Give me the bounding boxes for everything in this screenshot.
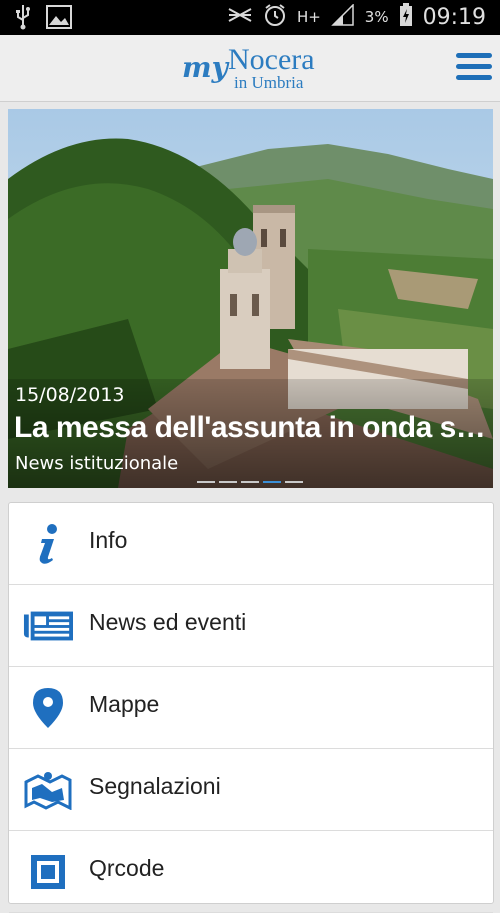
menu-label: Info: [89, 527, 128, 553]
menu-item-qrcode[interactable]: Qrcode: [9, 831, 493, 913]
battery-charging-icon: [399, 3, 413, 31]
carousel-dot[interactable]: [219, 481, 237, 483]
menu-label: News ed eventi: [89, 609, 247, 635]
menu-label: Mappe: [89, 691, 160, 717]
mute-icon: [227, 4, 253, 30]
main-menu: Info News ed eventi Mappe Segnalazioni Q…: [8, 502, 494, 913]
signal-icon: [330, 3, 355, 30]
news-category: News istituzionale: [15, 453, 179, 474]
hamburger-menu-icon[interactable]: [456, 53, 492, 81]
clock: 09:19: [422, 4, 486, 30]
carousel-indicator: [197, 481, 303, 483]
menu-item-info[interactable]: Info: [9, 503, 493, 585]
logo-region: in Umbria: [234, 73, 304, 92]
usb-icon: [14, 4, 32, 34]
app-bar: my Nocera in Umbria: [0, 35, 500, 102]
network-type: H+: [296, 8, 321, 26]
logo-town: Nocera: [228, 43, 315, 76]
carousel-dot[interactable]: [241, 481, 259, 483]
carousel-dot-active[interactable]: [263, 481, 281, 483]
carousel-dot[interactable]: [285, 481, 303, 483]
battery-percent: 3%: [364, 8, 389, 26]
news-carousel[interactable]: 15/08/2013 La messa dell'assunta in onda…: [8, 109, 493, 488]
gallery-icon: [46, 5, 72, 33]
info-icon: [23, 523, 73, 565]
menu-item-maps[interactable]: Mappe: [9, 667, 493, 749]
news-title[interactable]: La messa dell'assunta in onda s…: [14, 411, 484, 445]
status-bar: H+ 3% 09:19: [0, 0, 500, 35]
menu-label: Segnalazioni: [89, 773, 221, 799]
menu-item-reports[interactable]: Segnalazioni: [9, 749, 493, 831]
menu-label: Qrcode: [89, 855, 165, 881]
app-logo: my Nocera in Umbria: [182, 43, 322, 95]
map-pin-icon: [23, 687, 73, 729]
news-date: 15/08/2013: [15, 384, 125, 406]
newspaper-icon: [23, 605, 73, 647]
menu-item-news[interactable]: News ed eventi: [9, 585, 493, 667]
logo-my: my: [182, 51, 228, 84]
alarm-icon: [263, 3, 287, 31]
carousel-dot[interactable]: [197, 481, 215, 483]
qrcode-icon: [23, 851, 73, 893]
map-report-icon: [23, 769, 73, 811]
